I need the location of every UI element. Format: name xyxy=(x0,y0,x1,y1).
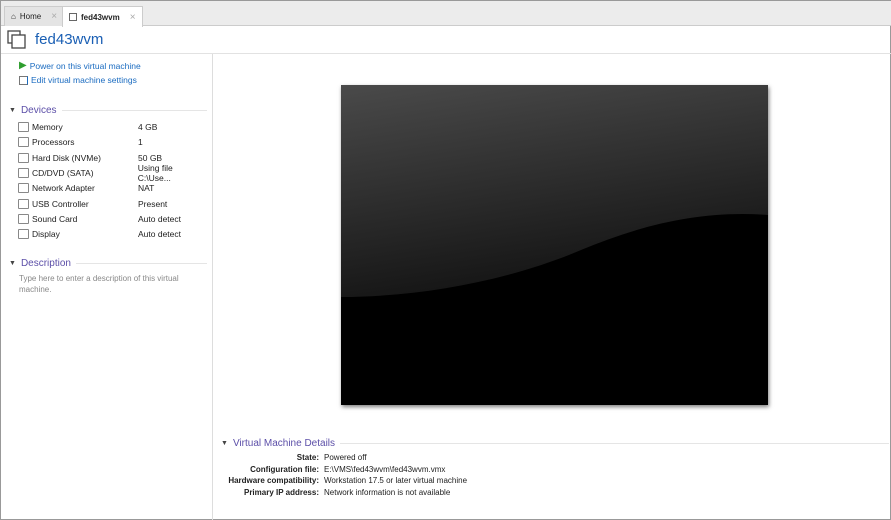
tab-label: Home xyxy=(19,12,42,21)
device-name: Network Adapter xyxy=(32,183,95,194)
settings-icon xyxy=(19,75,28,85)
device-value: Using file C:\Use... xyxy=(137,162,173,183)
edit-settings-button[interactable]: Edit virtual machine settings xyxy=(19,75,137,85)
collapse-icon: ▼ xyxy=(9,107,16,114)
device-row[interactable]: Display Auto detect xyxy=(18,227,208,241)
device-row[interactable]: Processors 1 xyxy=(18,135,208,149)
detail-key: Hardware compatibility: xyxy=(228,476,319,486)
network-icon xyxy=(18,183,29,194)
device-value: 4 GB xyxy=(138,122,158,132)
section-title: Devices xyxy=(20,105,57,116)
device-value: 50 GB xyxy=(138,152,163,163)
detail-row: Primary IP address: Network information i… xyxy=(221,487,889,499)
device-name: CD/DVD (SATA) xyxy=(31,167,94,178)
tab-bar: ⌂ Home × fed43wvm × xyxy=(1,1,891,27)
cd-dvd-icon xyxy=(18,167,29,178)
device-name: USB Controller xyxy=(32,198,89,209)
hard-disk-icon xyxy=(18,152,29,163)
vm-details: ▼ Virtual Machine Details State: Powered … xyxy=(221,438,889,498)
collapse-icon: ▼ xyxy=(9,260,16,267)
play-icon: ▶ xyxy=(19,60,27,71)
device-name: Sound Card xyxy=(32,213,78,224)
device-row[interactable]: CD/DVD (SATA) Using file C:\Use... xyxy=(18,162,208,183)
tab-label: fed43wvm xyxy=(81,12,120,22)
detail-row: Hardware compatibility: Workstation 17.5 … xyxy=(221,475,889,487)
power-on-button[interactable]: ▶ Power on this virtual machine xyxy=(19,60,141,71)
device-row[interactable]: USB Controller Present xyxy=(18,197,208,211)
section-title: Virtual Machine Details xyxy=(232,438,336,449)
detail-row: State: Powered off xyxy=(221,452,889,464)
vm-icon xyxy=(7,30,26,49)
device-name: Processors xyxy=(32,137,75,148)
device-name: Hard Disk (NVMe) xyxy=(32,152,101,163)
description-section-header[interactable]: ▼ Description xyxy=(9,258,207,269)
device-name: Display xyxy=(32,229,60,240)
memory-icon xyxy=(18,122,29,132)
collapse-icon: ▼ xyxy=(221,440,228,447)
devices-section-header[interactable]: ▼ Devices xyxy=(9,105,207,116)
action-label: Power on this virtual machine xyxy=(29,60,141,71)
section-title: Description xyxy=(20,258,71,269)
detail-key: Primary IP address: xyxy=(243,487,319,497)
detail-key: Configuration file: xyxy=(250,464,319,474)
device-name: Memory xyxy=(32,122,63,132)
detail-value: E:\VMS\fed43wvm\fed43wvm.vmx xyxy=(324,464,446,474)
home-icon: ⌂ xyxy=(11,12,16,21)
description-input[interactable]: Type here to enter a description of this… xyxy=(19,273,199,295)
detail-value: Network information is not available xyxy=(324,487,451,497)
display-icon xyxy=(18,229,29,240)
action-label: Edit virtual machine settings xyxy=(31,75,137,85)
left-panel: ▶ Power on this virtual machine Edit vir… xyxy=(1,54,213,520)
detail-key: State: xyxy=(296,453,319,463)
vm-icon xyxy=(69,13,77,21)
device-row[interactable]: Sound Card Auto detect xyxy=(18,212,208,226)
processor-icon xyxy=(18,137,29,148)
vm-screen-preview[interactable] xyxy=(341,85,768,405)
tab-home[interactable]: ⌂ Home × xyxy=(4,6,65,26)
tab-fed43wvm[interactable]: fed43wvm × xyxy=(62,6,143,27)
close-icon[interactable]: × xyxy=(51,11,57,22)
detail-value: Powered off xyxy=(324,453,367,463)
device-value: Present xyxy=(138,198,168,209)
usb-icon xyxy=(18,198,29,209)
device-row[interactable]: Network Adapter NAT xyxy=(18,181,208,195)
device-value: 1 xyxy=(138,137,143,148)
detail-row: Configuration file: E:\VMS\fed43wvm\fed43… xyxy=(221,464,889,476)
device-row[interactable]: Memory 4 GB xyxy=(18,120,208,134)
details-section-header[interactable]: ▼ Virtual Machine Details xyxy=(221,438,889,449)
device-value: NAT xyxy=(138,183,155,194)
sound-icon xyxy=(18,213,29,224)
vm-header: fed43wvm xyxy=(1,26,891,54)
detail-value: Workstation 17.5 or later virtual machin… xyxy=(324,476,468,486)
page-title: fed43wvm xyxy=(35,31,104,48)
device-value: Auto detect xyxy=(138,213,182,224)
screen-gloss xyxy=(341,85,768,297)
device-value: Auto detect xyxy=(138,229,182,240)
close-icon[interactable]: × xyxy=(130,12,136,23)
